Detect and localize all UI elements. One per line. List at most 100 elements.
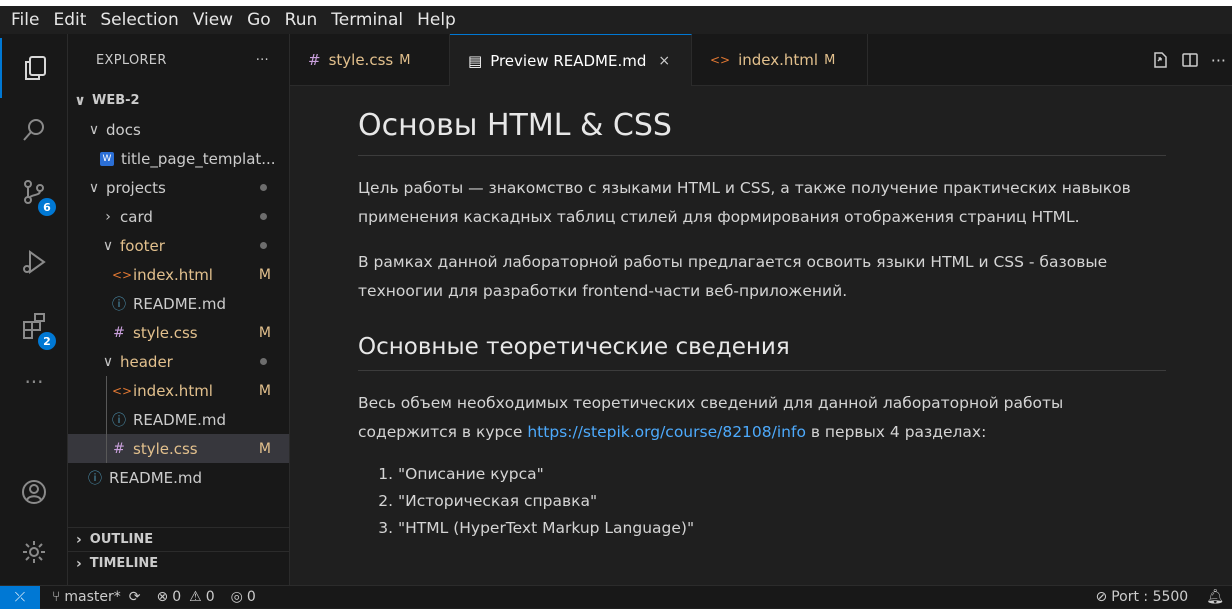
branch-indicator[interactable]: ⑂ master* ⟳ xyxy=(52,589,141,605)
tree-item-label: README.md xyxy=(109,468,203,487)
close-icon[interactable]: × xyxy=(658,53,670,69)
menu-help[interactable]: Help xyxy=(410,10,463,30)
tree-file-footer-style-css[interactable]: # style.css M xyxy=(68,318,289,347)
tree-file-footer-readme[interactable]: ⓘ README.md xyxy=(68,289,289,318)
tree-file-title-page-template[interactable]: W title_page_templat... xyxy=(68,144,289,173)
menu-view[interactable]: View xyxy=(186,10,240,30)
account-icon xyxy=(22,480,46,504)
tab-label: Preview README.md xyxy=(490,51,647,70)
sync-icon: ⟳ xyxy=(128,589,141,605)
menu-file[interactable]: File xyxy=(4,10,46,30)
stepik-course-link[interactable]: https://stepik.org/course/82108/info xyxy=(527,423,806,441)
activity-extensions[interactable]: 2 xyxy=(0,296,68,356)
error-count: 0 xyxy=(172,589,182,605)
open-source-icon[interactable] xyxy=(1151,51,1169,69)
split-editor-icon[interactable] xyxy=(1181,51,1199,69)
preview-text: в первых 4 разделах: xyxy=(805,423,987,441)
tree-item-label: card xyxy=(120,207,153,226)
modified-dot-icon xyxy=(260,184,267,191)
tree-folder-card[interactable]: › card xyxy=(68,202,289,231)
source-control-badge: 6 xyxy=(38,198,56,216)
error-icon: ⊗ xyxy=(156,589,169,605)
tab-preview-readme[interactable]: ▤ Preview README.md × xyxy=(450,34,692,86)
tree-file-footer-index-html[interactable]: <> index.html M xyxy=(68,260,289,289)
activity-accounts[interactable] xyxy=(0,462,68,522)
status-right: ⊘ Port : 5500 🔔︎ xyxy=(1083,589,1224,605)
css-file-icon: # xyxy=(113,324,125,341)
activity-search[interactable] xyxy=(0,100,68,160)
tree-item-label: style.css xyxy=(133,439,198,458)
explorer-sidebar: EXPLORER ··· ∨ WEB-2 ∨ docs W title_page… xyxy=(68,34,290,585)
tree-file-header-style-css[interactable]: # style.css M xyxy=(68,434,289,463)
explorer-header: EXPLORER ··· xyxy=(68,34,289,86)
branch-icon: ⑂ xyxy=(52,589,61,605)
tree-item-label: index.html xyxy=(133,381,213,400)
html-file-icon: <> xyxy=(710,53,731,67)
timeline-label: TIMELINE xyxy=(89,556,159,571)
chevron-down-icon: ∨ xyxy=(102,353,114,370)
menu-go[interactable]: Go xyxy=(240,10,278,30)
modified-dot-icon xyxy=(260,358,267,365)
tree-folder-footer[interactable]: ∨ footer xyxy=(68,231,289,260)
ports-count: 0 xyxy=(246,589,256,605)
menu-edit[interactable]: Edit xyxy=(46,10,93,30)
chevron-right-icon: › xyxy=(76,531,82,548)
warning-icon: ⚠ xyxy=(189,589,202,605)
activity-explorer[interactable] xyxy=(0,38,68,98)
modified-status: M xyxy=(258,266,271,283)
tree-item-label: docs xyxy=(106,120,141,139)
outline-section[interactable]: › OUTLINE xyxy=(68,527,289,551)
menu-run[interactable]: Run xyxy=(278,10,325,30)
search-icon xyxy=(23,119,44,141)
preview-ordered-list: "Описание курса" "Историческая справка" … xyxy=(358,461,1166,542)
more-actions-icon[interactable]: ··· xyxy=(1211,51,1226,70)
indent-guide xyxy=(106,434,107,463)
preview-paragraph-goal: Цель работы — знакомство с языками HTML … xyxy=(358,179,1131,226)
tree-root-label: WEB-2 xyxy=(92,93,140,108)
tree-folder-projects[interactable]: ∨ projects xyxy=(68,173,289,202)
activity-bar: 6 2 ··· xyxy=(0,34,68,585)
tab-index-html[interactable]: <> index.html M xyxy=(692,34,868,86)
chevron-down-icon: ∨ xyxy=(102,237,114,254)
info-file-icon: ⓘ xyxy=(88,470,102,487)
tab-style-css[interactable]: # style.css M xyxy=(290,34,450,86)
tab-modified-status: M xyxy=(824,52,836,68)
modified-dot-icon xyxy=(260,242,267,249)
indent-guide xyxy=(106,405,107,434)
tree-item-label: projects xyxy=(106,178,166,197)
tree-file-header-index-html[interactable]: <> index.html M xyxy=(68,376,289,405)
branch-name: master* xyxy=(64,589,121,605)
markdown-preview: Основы HTML & CSS Цель работы — знакомст… xyxy=(290,86,1232,585)
explorer-more-button[interactable]: ··· xyxy=(256,53,269,68)
preview-content: Основы HTML & CSS Цель работы — знакомст… xyxy=(358,86,1166,542)
timeline-section[interactable]: › TIMELINE xyxy=(68,551,289,575)
warning-count: 0 xyxy=(205,589,215,605)
tree-folder-docs[interactable]: ∨ docs xyxy=(68,115,289,144)
list-item: "HTML (HyperText Markup Language)" xyxy=(398,515,1166,542)
html-file-icon: <> xyxy=(112,383,133,398)
tree-file-root-readme[interactable]: ⓘ README.md xyxy=(68,463,289,492)
ports-indicator[interactable]: ◎ 0 xyxy=(231,589,256,605)
notifications-icon[interactable]: 🔔︎ xyxy=(1206,589,1224,605)
menu-terminal[interactable]: Terminal xyxy=(324,10,410,30)
menu-selection[interactable]: Selection xyxy=(93,10,185,30)
activity-settings[interactable] xyxy=(0,522,68,582)
activity-more[interactable]: ··· xyxy=(0,352,68,412)
tree-root-web-2[interactable]: ∨ WEB-2 xyxy=(68,86,289,115)
tree-item-label: README.md xyxy=(133,410,227,429)
files-icon xyxy=(25,56,46,80)
broadcast-icon: ◎ xyxy=(230,589,243,605)
outline-label: OUTLINE xyxy=(89,532,154,547)
activity-run-debug[interactable] xyxy=(0,232,68,292)
tree-file-header-readme[interactable]: ⓘ README.md xyxy=(68,405,289,434)
activity-source-control[interactable]: 6 xyxy=(0,162,68,222)
tree-folder-header[interactable]: ∨ header xyxy=(68,347,289,376)
live-server-port[interactable]: ⊘ Port : 5500 xyxy=(1095,589,1188,605)
chevron-right-icon: › xyxy=(105,208,111,225)
tree-item-label: index.html xyxy=(133,265,213,284)
extensions-badge: 2 xyxy=(38,332,56,350)
preview-heading-2: Основные теоретические сведения xyxy=(358,334,1166,371)
editor-actions: ··· xyxy=(1151,34,1226,86)
remote-indicator[interactable]: ⤫ xyxy=(0,585,40,609)
problems-indicator[interactable]: ⊗ 0 ⚠ 0 xyxy=(157,589,215,605)
